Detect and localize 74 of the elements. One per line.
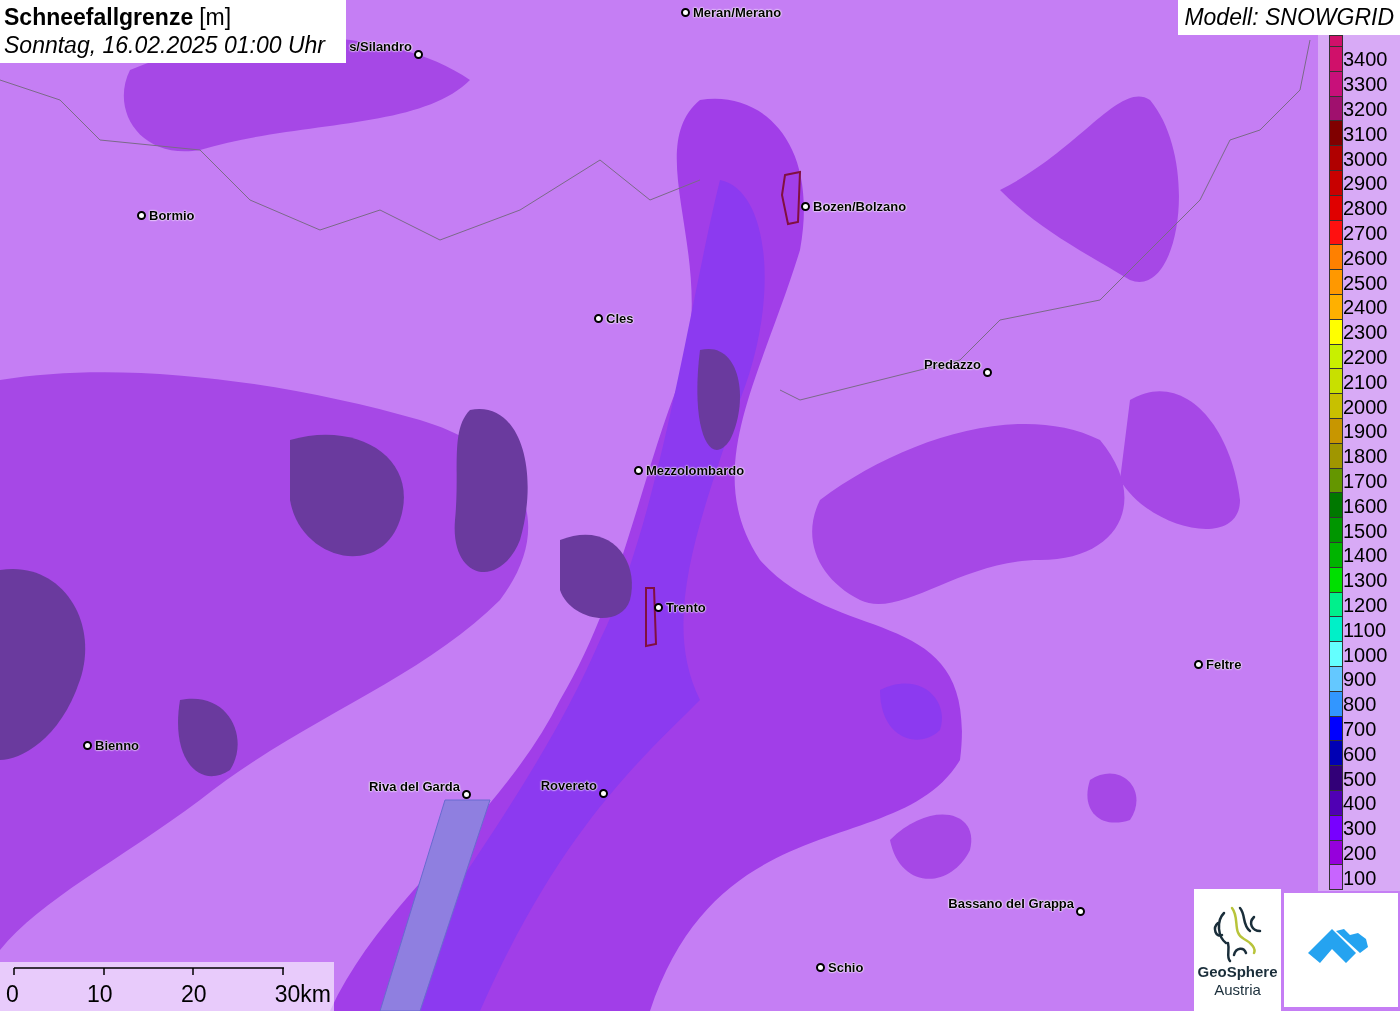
legend-label: 200: [1343, 841, 1377, 864]
unit-label: [m]: [199, 3, 232, 31]
legend-label: 500: [1343, 767, 1377, 790]
legend-label: 2500: [1343, 271, 1388, 294]
city-label: Riva del Garda: [368, 779, 460, 794]
city-marker-icon: [462, 790, 471, 799]
city-label: Mezzolombardo: [646, 463, 745, 478]
city-label: Bozen/Bolzano: [813, 199, 907, 214]
legend-label: 2900: [1343, 172, 1388, 195]
legend-label: 2700: [1343, 221, 1388, 244]
logo-subtext: Austria: [1214, 981, 1261, 999]
legend-swatch: [1329, 35, 1343, 47]
legend-label: 3100: [1343, 122, 1388, 145]
legend-label: 100: [1343, 866, 1377, 889]
city-marker-icon: [594, 314, 603, 323]
city-marker-icon: [634, 466, 643, 475]
city-label: Feltre: [1206, 657, 1242, 672]
legend-label: 3300: [1343, 73, 1388, 96]
city-marker-icon: [654, 603, 663, 612]
logo-text: GeoSphere: [1197, 963, 1278, 981]
city-label: Cles: [606, 311, 634, 326]
legend-label: 1000: [1343, 643, 1388, 666]
legend-label: 1700: [1343, 469, 1388, 492]
city-label: Meran/Merano: [693, 5, 782, 20]
city-marker-icon: [1194, 660, 1203, 669]
city-marker-icon: [137, 211, 146, 220]
city-label: Bienno: [95, 738, 140, 753]
city-label: Rovereto: [540, 778, 597, 793]
legend-label: 2100: [1343, 370, 1388, 393]
legend-label: 1500: [1343, 519, 1388, 542]
legend-label: 1400: [1343, 544, 1388, 567]
city-marker-icon: [681, 8, 690, 17]
legend-label: 600: [1343, 742, 1377, 765]
city-marker-icon: [801, 202, 810, 211]
variable-title: Schneefallgrenze: [4, 3, 194, 31]
city-marker-icon: [414, 50, 423, 59]
legend-label: 2400: [1343, 296, 1388, 319]
legend-label: 900: [1343, 668, 1377, 691]
scale-bar-icon: [12, 966, 286, 976]
legend-label: 300: [1343, 817, 1377, 840]
scale-label: 0: [6, 980, 19, 1008]
model-label: Modell: SNOWGRID: [1178, 0, 1400, 35]
legend-label: 1900: [1343, 420, 1388, 443]
city-label: s/Silandro: [349, 39, 412, 54]
scale-label: 10: [87, 980, 113, 1008]
legend-label: 3200: [1343, 98, 1388, 120]
legend-label: 800: [1343, 693, 1377, 716]
legend-label: 3000: [1343, 147, 1388, 170]
city-label: Trento: [666, 600, 706, 615]
legend-label: 1200: [1343, 593, 1388, 616]
legend-label: 2000: [1343, 395, 1388, 418]
legend-label: 2800: [1343, 197, 1388, 220]
legend-label: 1300: [1343, 569, 1388, 592]
legend-label: 2300: [1343, 321, 1388, 344]
city-marker-icon: [599, 789, 608, 798]
datetime-label: Sonntag, 16.02.2025 01:00 Uhr: [4, 31, 327, 59]
city-marker-icon: [816, 963, 825, 972]
city-label: Predazzo: [923, 357, 981, 372]
legend-label: 3400: [1343, 48, 1388, 71]
city-marker-icon: [983, 368, 992, 377]
scale-label: 30km: [274, 980, 331, 1008]
legend-label: 400: [1343, 792, 1377, 815]
city-label: Schio: [828, 960, 864, 975]
legend-label: 1100: [1343, 618, 1386, 641]
city-marker-icon: [1076, 907, 1085, 916]
legend-label: 1600: [1343, 494, 1388, 517]
city-label: Bormio: [149, 208, 195, 223]
legend-label: 1800: [1343, 445, 1388, 468]
legend-label: 700: [1343, 717, 1377, 740]
scale-label: 20: [180, 980, 207, 1008]
city-marker-icon: [83, 741, 92, 750]
legend-label: 2600: [1343, 246, 1388, 269]
legend-label: 2200: [1343, 345, 1388, 368]
city-label: Bassano del Grappa: [948, 896, 1074, 911]
